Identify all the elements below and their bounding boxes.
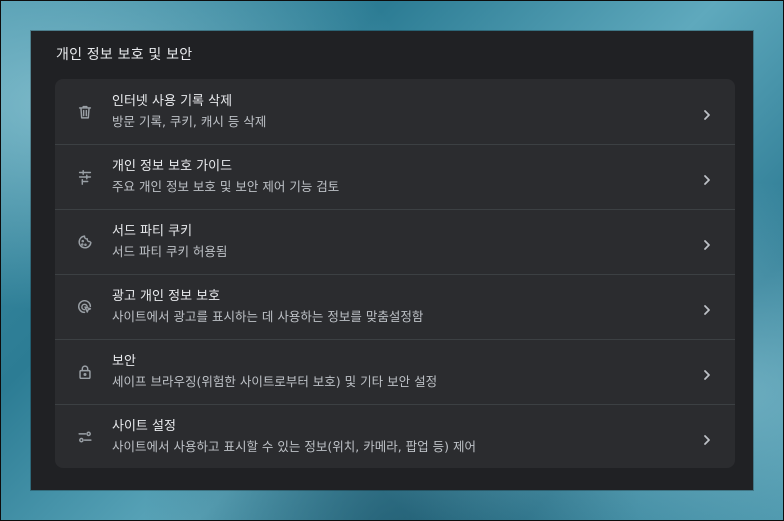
row-subtitle: 사이트에서 광고를 표시하는 데 사용하는 정보를 맞춤설정함 bbox=[112, 309, 424, 324]
row-text: 광고 개인 정보 보호 사이트에서 광고를 표시하는 데 사용하는 정보를 맞춤… bbox=[112, 288, 423, 326]
ad-privacy-row[interactable]: 광고 개인 정보 보호 사이트에서 광고를 표시하는 데 사용하는 정보를 맞춤… bbox=[55, 274, 735, 339]
third-party-cookies-row[interactable]: 서드 파티 쿠키 서드 파티 쿠키 허용됨 bbox=[55, 209, 735, 274]
privacy-security-panel: 개인 정보 보호 및 보안 인터넷 사용 기록 삭제 방문 기록, 쿠키, 캐시… bbox=[31, 31, 753, 490]
site-settings-row[interactable]: 사이트 설정 사이트에서 사용하고 표시할 수 있는 정보(위치, 카메라, 팝… bbox=[55, 404, 735, 468]
row-subtitle: 방문 기록, 쿠키, 캐시 등 삭제 bbox=[112, 113, 267, 129]
settings-card: 인터넷 사용 기록 삭제 방문 기록, 쿠키, 캐시 등 삭제 개인 정보 보호… bbox=[55, 79, 735, 468]
row-subtitle: 세이프 브라우징(위험한 사이트로부터 보호) 및 기타 보안 설정 bbox=[112, 374, 438, 389]
row-text: 개인 정보 보호 가이드 주요 개인 정보 보호 및 보안 제어 기능 검토 bbox=[112, 158, 339, 196]
clear-browsing-data-row[interactable]: 인터넷 사용 기록 삭제 방문 기록, 쿠키, 캐시 등 삭제 bbox=[55, 79, 735, 144]
row-text: 사이트 설정 사이트에서 사용하고 표시할 수 있는 정보(위치, 카메라, 팝… bbox=[112, 418, 476, 456]
chevron-right-icon bbox=[701, 366, 713, 380]
row-subtitle: 서드 파티 쿠키 허용됨 bbox=[112, 244, 228, 259]
row-title: 사이트 설정 bbox=[112, 419, 176, 434]
row-title: 개인 정보 보호 가이드 bbox=[112, 159, 233, 174]
site-settings-icon bbox=[75, 427, 95, 447]
row-title: 광고 개인 정보 보호 bbox=[112, 289, 221, 304]
trash-icon bbox=[75, 102, 95, 122]
chevron-right-icon bbox=[701, 301, 713, 315]
row-title: 보안 bbox=[112, 354, 136, 369]
row-text: 보안 세이프 브라우징(위험한 사이트로부터 보호) 및 기타 보안 설정 bbox=[112, 353, 437, 391]
section-title: 개인 정보 보호 및 보안 bbox=[56, 47, 193, 63]
privacy-guide-icon bbox=[75, 167, 95, 187]
chevron-right-icon bbox=[701, 236, 713, 250]
row-text: 서드 파티 쿠키 서드 파티 쿠키 허용됨 bbox=[112, 223, 227, 261]
chevron-right-icon bbox=[701, 431, 713, 445]
security-row[interactable]: 보안 세이프 브라우징(위험한 사이트로부터 보호) 및 기타 보안 설정 bbox=[55, 339, 735, 404]
lock-icon bbox=[75, 362, 95, 382]
cookie-icon bbox=[75, 232, 95, 252]
privacy-guide-row[interactable]: 개인 정보 보호 가이드 주요 개인 정보 보호 및 보안 제어 기능 검토 bbox=[55, 144, 735, 209]
ad-privacy-icon bbox=[75, 297, 95, 317]
chevron-right-icon bbox=[701, 106, 713, 120]
row-title: 서드 파티 쿠키 bbox=[112, 224, 193, 239]
row-subtitle: 사이트에서 사용하고 표시할 수 있는 정보(위치, 카메라, 팝업 등) 제어 bbox=[112, 439, 476, 454]
row-text: 인터넷 사용 기록 삭제 방문 기록, 쿠키, 캐시 등 삭제 bbox=[112, 93, 266, 131]
chevron-right-icon bbox=[701, 171, 713, 185]
row-subtitle: 주요 개인 정보 보호 및 보안 제어 기능 검토 bbox=[112, 179, 340, 194]
row-title: 인터넷 사용 기록 삭제 bbox=[112, 93, 233, 109]
